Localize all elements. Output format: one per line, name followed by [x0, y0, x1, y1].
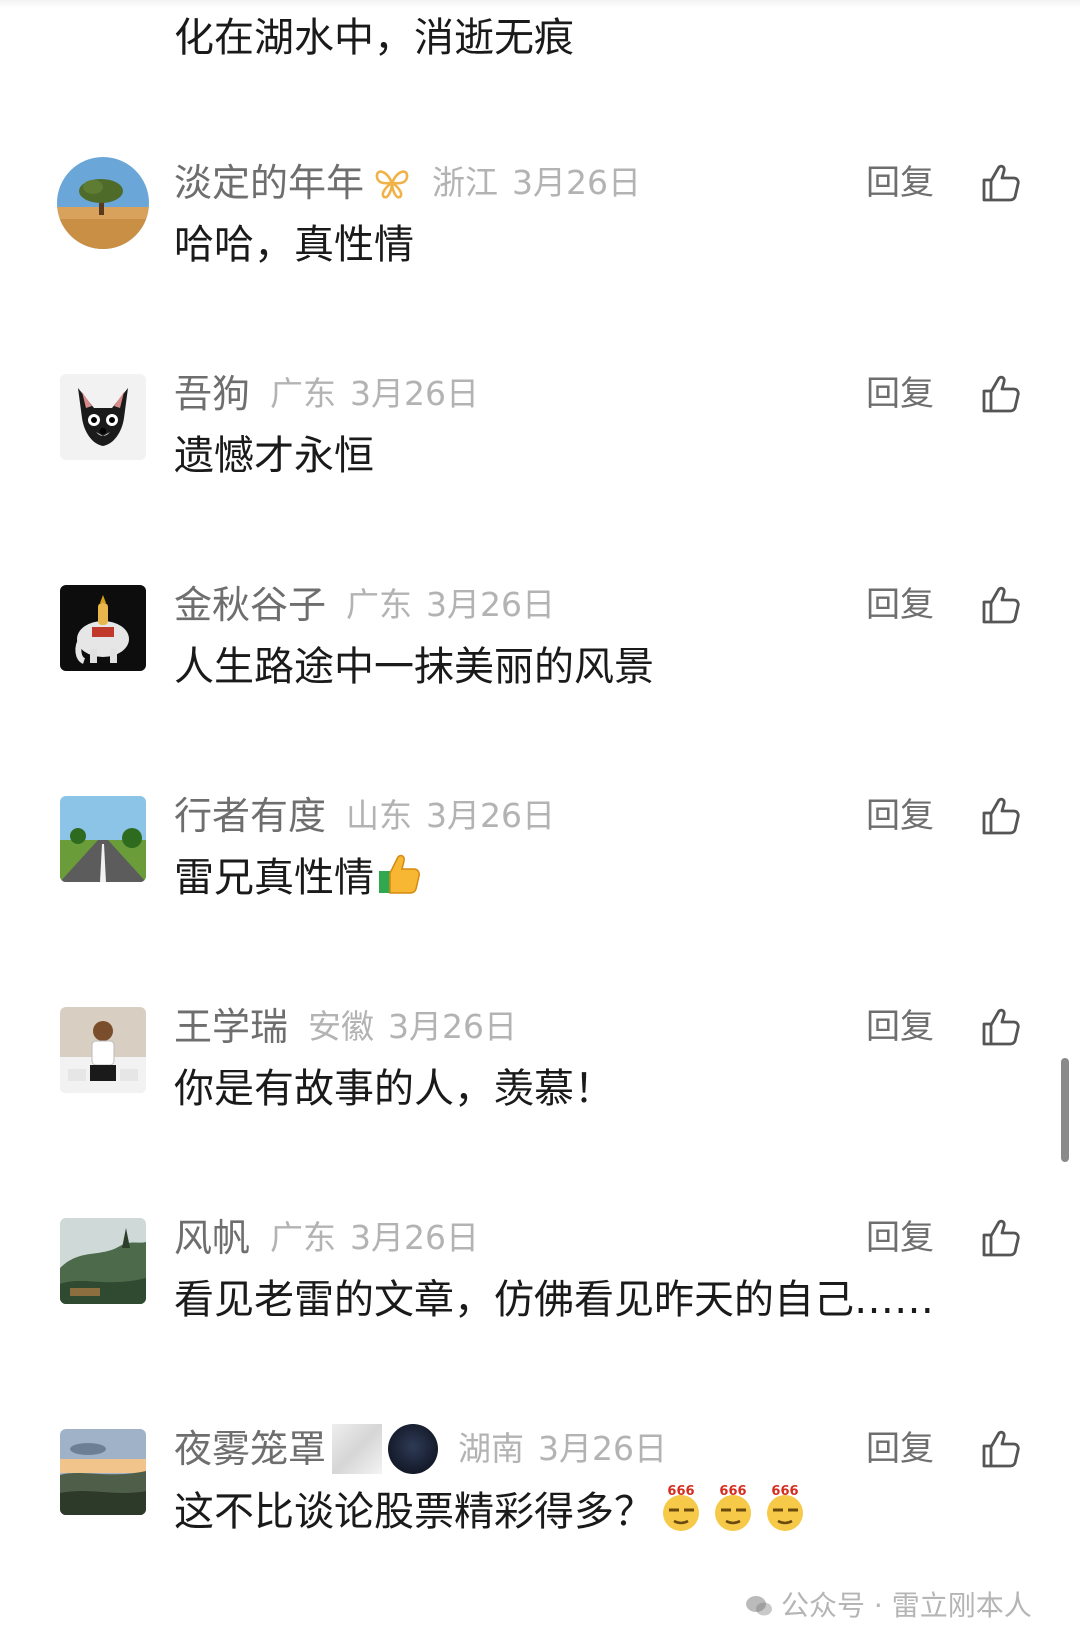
like-thumb-icon[interactable]	[978, 161, 1022, 205]
nickname[interactable]: 夜雾笼罩	[174, 1421, 326, 1477]
nickname[interactable]: 金秋谷子	[174, 577, 326, 633]
scrollbar[interactable]	[1061, 1058, 1069, 1162]
comment-item: 王学瑞 安徽 3月26日 回复 你是有故事的人，羡慕！	[0, 999, 1080, 1189]
reply-button[interactable]: 回复	[866, 788, 934, 844]
wechat-icon	[746, 1596, 772, 1616]
landscape-avatar[interactable]	[60, 1218, 146, 1304]
comment-text: 雷兄真性情	[174, 850, 422, 906]
reply-button[interactable]: 回复	[866, 1421, 934, 1477]
reply-button[interactable]: 回复	[866, 366, 934, 422]
dog-avatar[interactable]	[60, 374, 146, 460]
comment-text: 人生路途中一抹美丽的风景	[174, 644, 654, 690]
date: 3月26日	[512, 163, 642, 202]
emoji-666-label: 666	[667, 1484, 694, 1499]
666-emoji-icon: 666	[760, 1483, 810, 1533]
moon-sticker-icon	[388, 1424, 439, 1474]
comment-meta: 吾狗 广东 3月26日	[174, 366, 479, 422]
like-thumb-icon[interactable]	[978, 583, 1022, 627]
nickname[interactable]: 吾狗	[174, 366, 250, 422]
location: 广东	[270, 1218, 337, 1257]
location: 安徽	[308, 1007, 375, 1046]
comment-text: 看见老雷的文章，仿佛看见昨天的自己……	[174, 1277, 934, 1323]
nickname[interactable]: 风帆	[174, 1210, 250, 1266]
comment-meta: 风帆 广东 3月26日	[174, 1210, 479, 1266]
like-thumb-icon[interactable]	[978, 1427, 1022, 1471]
square-sticker-icon	[332, 1424, 383, 1474]
like-thumb-icon[interactable]	[978, 794, 1022, 838]
comment-meta: 金秋谷子 广东 3月26日	[174, 577, 555, 633]
sunset-avatar[interactable]	[60, 1429, 146, 1515]
location: 山东	[346, 796, 413, 835]
date: 3月26日	[350, 374, 480, 413]
date: 3月26日	[426, 796, 556, 835]
nickname[interactable]: 淡定的年年	[174, 155, 364, 211]
666-emoji-icon: 666	[656, 1483, 706, 1533]
reply-button[interactable]: 回复	[866, 999, 934, 1055]
person-avatar[interactable]	[60, 1007, 146, 1093]
comment-item: 淡定的年年 浙江 3月26日 回复 哈哈，真性情	[0, 155, 1080, 345]
nickname[interactable]: 行者有度	[174, 788, 326, 844]
nickname[interactable]: 王学瑞	[174, 999, 288, 1055]
reply-button[interactable]: 回复	[866, 155, 934, 211]
butterfly-badge-icon	[372, 163, 412, 203]
location: 广东	[346, 585, 413, 624]
location: 浙江	[432, 163, 499, 202]
comment-item: 夜雾笼罩 湖南 3月26日 回复 这不比谈论股票精彩得多？ 666 666 66…	[0, 1421, 1080, 1611]
like-thumb-icon[interactable]	[978, 1216, 1022, 1260]
comment-meta: 夜雾笼罩 湖南 3月26日	[174, 1421, 667, 1477]
comment-item: 行者有度 山东 3月26日 回复 雷兄真性情	[0, 788, 1080, 978]
location: 广东	[270, 374, 337, 413]
desert-tree-avatar[interactable]	[57, 157, 149, 249]
watermark: 公众号 · 雷立刚本人	[745, 1586, 1032, 1626]
comment-text-content: 雷兄真性情	[174, 855, 374, 901]
thumbs-up-emoji-icon	[376, 851, 422, 897]
reply-button[interactable]: 回复	[866, 1210, 934, 1266]
comment-meta: 淡定的年年 浙江 3月26日	[174, 155, 641, 211]
date: 3月26日	[426, 585, 556, 624]
date: 3月26日	[538, 1429, 668, 1468]
location: 湖南	[458, 1429, 525, 1468]
comment-text: 你是有故事的人，羡慕！	[174, 1066, 614, 1112]
comment-text: 遗憾才永恒	[174, 433, 374, 479]
comment-text: 这不比谈论股票精彩得多？ 666 666 666	[174, 1483, 810, 1540]
666-emoji-icon: 666	[708, 1483, 758, 1533]
elephant-avatar[interactable]	[60, 585, 146, 671]
date: 3月26日	[388, 1007, 518, 1046]
comment-item: 风帆 广东 3月26日 回复 看见老雷的文章，仿佛看见昨天的自己……	[0, 1210, 1080, 1400]
road-avatar[interactable]	[60, 796, 146, 882]
top-fade	[0, 0, 1080, 8]
watermark-text: 公众号 · 雷立刚本人	[781, 1589, 1032, 1622]
previous-comment-text: 化在湖水中，消逝无痕	[174, 15, 574, 61]
like-thumb-icon[interactable]	[978, 372, 1022, 416]
emoji-666-label: 666	[719, 1484, 746, 1499]
comment-item: 金秋谷子 广东 3月26日 回复 人生路途中一抹美丽的风景	[0, 577, 1080, 767]
comment-text: 哈哈，真性情	[174, 222, 414, 268]
comment-item: 吾狗 广东 3月26日 回复 遗憾才永恒	[0, 366, 1080, 556]
comment-text-content: 这不比谈论股票精彩得多？	[174, 1489, 654, 1535]
comment-meta: 王学瑞 安徽 3月26日	[174, 999, 517, 1055]
reply-button[interactable]: 回复	[866, 577, 934, 633]
emoji-666-label: 666	[771, 1484, 798, 1499]
like-thumb-icon[interactable]	[978, 1005, 1022, 1049]
comment-meta: 行者有度 山东 3月26日	[174, 788, 555, 844]
date: 3月26日	[350, 1218, 480, 1257]
